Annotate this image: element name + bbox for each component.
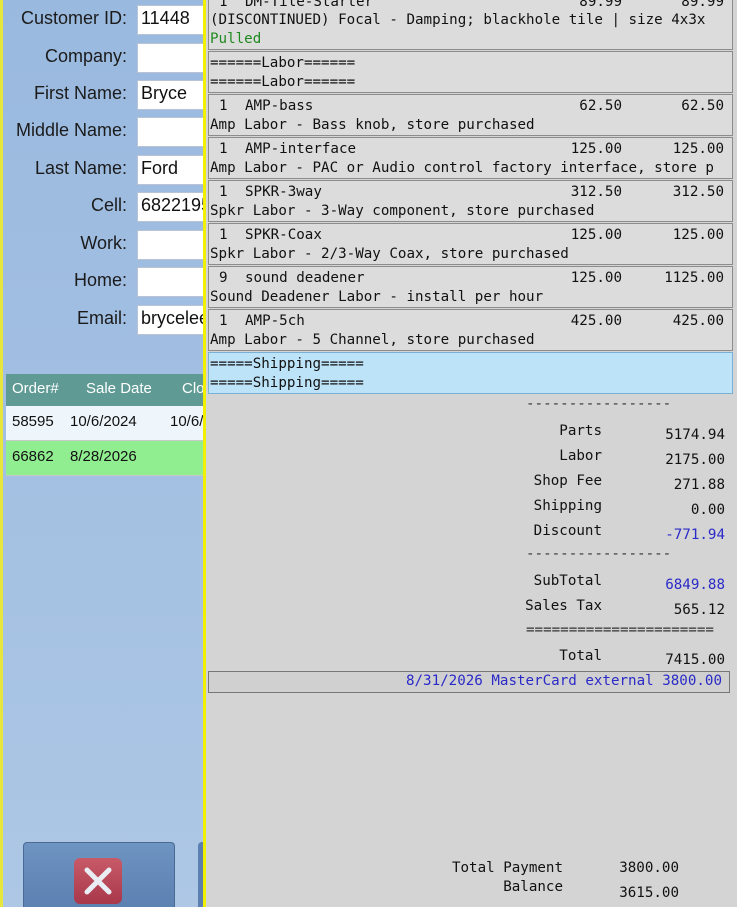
- item-qty: 9: [219, 270, 228, 286]
- orders-col-close[interactable]: Clo: [182, 380, 205, 397]
- field-label: Work:: [80, 233, 127, 253]
- item-price: 89.99: [579, 0, 622, 10]
- item-qty: 1: [219, 98, 228, 114]
- item-qty: 1: [219, 313, 228, 329]
- receipt-item[interactable]: 1 AMP-bass 62.50 62.50 Amp Labor - Bass knob…: [208, 94, 733, 136]
- labor-section-header[interactable]: ======Labor====== ======Labor======: [208, 51, 733, 93]
- item-code: sound deadener: [245, 270, 365, 286]
- item-price: 125.00: [570, 227, 622, 243]
- field-label: Email:: [76, 308, 127, 328]
- item-description: Sound Deadener Labor - install per hour: [210, 289, 544, 305]
- item-code: SPKR-3way: [245, 184, 322, 200]
- item-total: 1125.00: [664, 270, 724, 286]
- order-screen: Customer ID: 11448 Company: First Name: Bryc…: [0, 0, 737, 907]
- shipping-header-line2: =====Shipping=====: [210, 375, 364, 391]
- total-label: Total: [559, 648, 602, 664]
- separator-line: -----------------: [526, 546, 672, 562]
- item-description: Spkr Labor - 3-Way component, store purc…: [210, 203, 595, 219]
- item-total: 425.00: [672, 313, 724, 329]
- item-description: (DISCONTINUED) Focal - Damping; blackhol…: [210, 12, 706, 28]
- payment-text: 8/31/2026 MasterCard external 3800.00: [405, 673, 722, 689]
- order-cell-sale-date: 10/6/2024: [70, 413, 137, 430]
- total-row-label: Shop Fee: [533, 473, 602, 489]
- subtotal-value: 6849.88: [665, 577, 725, 593]
- item-status: Pulled: [210, 31, 262, 47]
- order-cell-sale-date: 8/28/2026: [70, 448, 137, 465]
- total-row-value: 2175.00: [665, 452, 725, 468]
- total-row-label: Shipping: [533, 498, 602, 514]
- receipt-panel: 1 DM-Tile-Starter 89.99 89.99 (DISCONTIN…: [203, 0, 737, 907]
- field-label: Cell:: [90, 195, 127, 215]
- balance-label: Balance: [503, 879, 563, 895]
- total-payment-value: 3800.00: [619, 860, 679, 876]
- item-description: Spkr Labor - 2/3-Way Coax, store purchas…: [210, 246, 569, 262]
- field-label: Home:: [73, 270, 127, 290]
- item-total: 62.50: [681, 98, 724, 114]
- labor-header-line2: ======Labor======: [210, 74, 356, 90]
- field-label: First Name:: [33, 83, 127, 103]
- item-price: 125.00: [570, 270, 622, 286]
- receipt-item[interactable]: 1 AMP-5ch 425.00 425.00 Amp Labor - 5 Channe…: [208, 309, 733, 351]
- order-cell-order: 66862: [12, 448, 54, 465]
- item-price: 125.00: [570, 141, 622, 157]
- item-total: 125.00: [672, 227, 724, 243]
- item-code: AMP-interface: [245, 141, 357, 157]
- item-total: 89.99: [681, 0, 724, 10]
- field-label: Middle Name:: [15, 120, 127, 140]
- subtotal-label: SubTotal: [533, 573, 602, 589]
- shipping-section-header[interactable]: =====Shipping===== =====Shipping=====: [208, 352, 733, 394]
- item-qty: 1: [219, 0, 228, 10]
- sales-tax-label: Sales Tax: [525, 598, 602, 614]
- item-total: 312.50: [672, 184, 724, 200]
- total-row-value: -771.94: [665, 527, 725, 543]
- item-code: DM-Tile-Starter: [245, 0, 374, 10]
- total-row-label: Parts: [559, 423, 602, 439]
- item-price: 425.00: [570, 313, 622, 329]
- total-value: 7415.00: [665, 652, 725, 668]
- separator-line: -----------------: [526, 396, 672, 412]
- order-cell-close: 10/6/: [170, 413, 204, 430]
- receipt-item[interactable]: 9 sound deadener 125.00 1125.00 Sound Deaden…: [208, 266, 733, 308]
- item-description: Amp Labor - PAC or Audio control factory…: [210, 160, 714, 176]
- total-row-label: Labor: [559, 448, 602, 464]
- total-row-value: 0.00: [690, 502, 725, 518]
- cancel-button[interactable]: [23, 842, 175, 907]
- item-description: Amp Labor - 5 Channel, store purchased: [210, 332, 535, 348]
- order-row[interactable]: 66862 8/28/2026: [6, 441, 216, 476]
- order-row[interactable]: 58595 10/6/2024 10/6/: [6, 406, 216, 441]
- close-x-icon: [74, 858, 122, 904]
- item-qty: 1: [219, 184, 228, 200]
- total-row-label: Discount: [533, 523, 602, 539]
- receipt-item[interactable]: 1 AMP-interface 125.00 125.00 Amp Labor - PA…: [208, 137, 733, 179]
- orders-col-order[interactable]: Order#: [12, 380, 59, 397]
- field-label: Customer ID:: [20, 8, 127, 28]
- item-code: SPKR-Coax: [245, 227, 322, 243]
- item-description: Amp Labor - Bass knob, store purchased: [210, 117, 535, 133]
- item-code: AMP-5ch: [245, 313, 305, 329]
- total-payment-label: Total Payment: [451, 860, 563, 876]
- item-price: 312.50: [570, 184, 622, 200]
- item-code: AMP-bass: [245, 98, 314, 114]
- orders-col-sale-date[interactable]: Sale Date: [86, 380, 152, 397]
- item-qty: 1: [219, 227, 228, 243]
- balance-value: 3615.00: [619, 885, 679, 901]
- item-total: 125.00: [672, 141, 724, 157]
- item-qty: 1: [219, 141, 228, 157]
- orders-table-header: Order# Sale Date Clo: [6, 374, 216, 406]
- sales-tax-value: 565.12: [673, 602, 725, 618]
- total-row-value: 5174.94: [665, 427, 725, 443]
- double-separator-line: ======================: [526, 622, 714, 638]
- receipt-item[interactable]: 1 SPKR-3way 312.50 312.50 Spkr Labor - 3-Way…: [208, 180, 733, 222]
- payment-entry[interactable]: 8/31/2026 MasterCard external 3800.00: [208, 671, 730, 693]
- customer-panel: Customer ID: 11448 Company: First Name: Bryc…: [0, 0, 217, 907]
- total-row-value: 271.88: [673, 477, 725, 493]
- receipt-item-top[interactable]: 1 DM-Tile-Starter 89.99 89.99 (DISCONTIN…: [208, 0, 733, 50]
- shipping-header-line1: =====Shipping=====: [210, 356, 364, 372]
- receipt-item[interactable]: 1 SPKR-Coax 125.00 125.00 Spkr Labor - 2/3-W…: [208, 223, 733, 265]
- field-label: Last Name:: [34, 158, 127, 178]
- item-price: 62.50: [579, 98, 622, 114]
- field-label: Company:: [44, 46, 127, 66]
- labor-header-line1: ======Labor======: [210, 55, 356, 71]
- order-cell-order: 58595: [12, 413, 54, 430]
